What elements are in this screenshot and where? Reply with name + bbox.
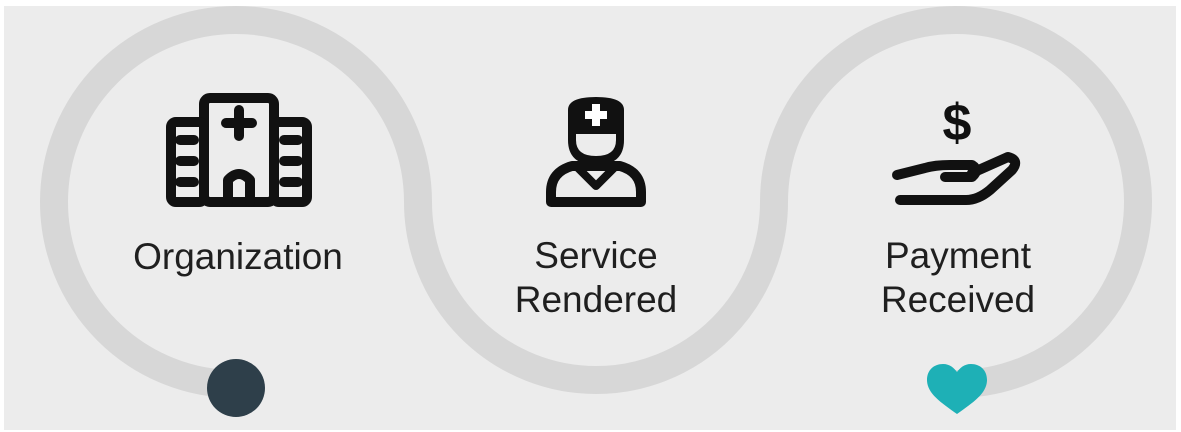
step-label-organization: Organization: [88, 235, 388, 279]
svg-text:$: $: [943, 94, 972, 152]
step-label-line2: Received: [880, 279, 1036, 320]
step-label-line1: Service: [534, 235, 658, 276]
hand-holding-dollar-icon: $: [892, 94, 1021, 205]
step-label-payment-received: Payment Received: [808, 234, 1108, 322]
step-label-service-rendered: Service Rendered: [446, 234, 746, 322]
step-label-line2: Rendered: [514, 279, 678, 320]
hospital-building-icon: [166, 93, 312, 207]
step-label-line1: Organization: [133, 236, 343, 277]
nurse-icon: [546, 97, 646, 207]
start-dot-icon: [207, 359, 265, 417]
step-label-line1: Payment: [884, 235, 1031, 276]
flow-path: $: [40, 6, 1152, 417]
